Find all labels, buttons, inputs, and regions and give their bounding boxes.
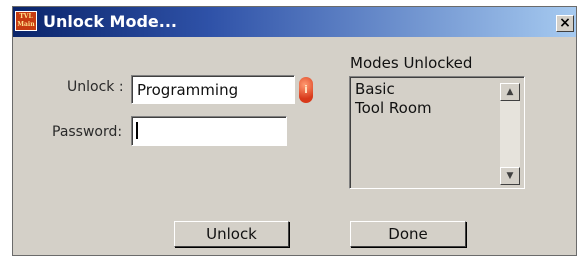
info-icon[interactable]: i	[299, 77, 313, 103]
app-logo-icon: TVL Main	[15, 11, 37, 31]
password-input[interactable]	[131, 116, 287, 146]
title-bar[interactable]: TVL Main Unlock Mode... ×	[13, 7, 576, 37]
done-button[interactable]: Done	[350, 221, 466, 247]
close-button[interactable]: ×	[556, 15, 574, 32]
modes-unlocked-list[interactable]: Basic Tool Room ▲ ▼	[349, 76, 525, 189]
unlock-mode-dialog: TVL Main Unlock Mode... × Unlock : Progr…	[12, 6, 577, 256]
list-item[interactable]: Basic	[355, 80, 395, 98]
unlock-label: Unlock :	[67, 79, 124, 95]
unlock-mode-field[interactable]: Programming	[131, 75, 295, 104]
app-icon-text: TVL Main	[17, 13, 35, 28]
list-scrollbar[interactable]: ▲ ▼	[500, 83, 520, 185]
scroll-down-arrow-icon[interactable]: ▼	[500, 167, 520, 185]
text-caret	[136, 122, 138, 139]
list-item[interactable]: Tool Room	[355, 99, 432, 117]
modes-unlocked-heading: Modes Unlocked	[350, 54, 473, 72]
password-label: Password:	[52, 124, 123, 140]
unlock-button[interactable]: Unlock	[174, 221, 289, 247]
scroll-up-arrow-icon[interactable]: ▲	[500, 83, 520, 101]
window-title: Unlock Mode...	[43, 12, 178, 31]
